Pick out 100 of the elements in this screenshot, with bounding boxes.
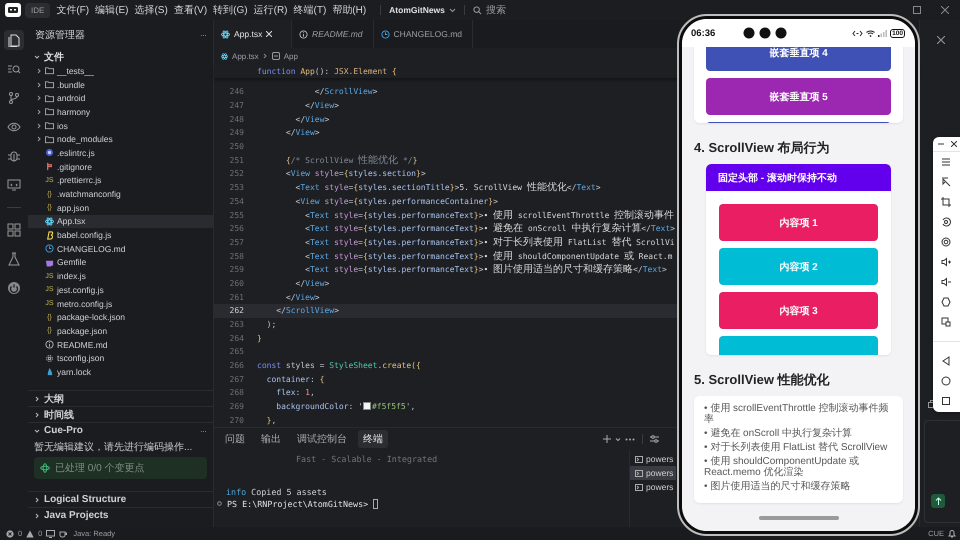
- log-level: info: [226, 487, 246, 498]
- editor-tab[interactable]: CHANGELOG.md: [374, 20, 474, 48]
- breadcrumb-item[interactable]: App: [284, 52, 298, 60]
- more-button[interactable]: ···: [200, 30, 206, 40]
- file-item[interactable]: android: [28, 91, 213, 106]
- menu-item[interactable]: 编辑(E): [95, 3, 128, 17]
- file-name: App.tsx: [57, 216, 86, 226]
- editor-tab[interactable]: README.md: [292, 20, 374, 48]
- status-time: 06:36: [691, 28, 716, 38]
- ide-badge[interactable]: IDE: [25, 2, 50, 18]
- file-item[interactable]: .eslintrc.js: [28, 146, 213, 160]
- line-number: 249: [228, 128, 244, 138]
- terminal-session[interactable]: powers: [630, 466, 676, 480]
- tip-text: • 避免在 onScroll 中执行复杂计算: [704, 428, 853, 439]
- code-line: container: {: [266, 374, 324, 386]
- code-line: </View>: [294, 114, 330, 126]
- line-number: 255: [228, 210, 244, 220]
- file-name: jest.config.js: [57, 284, 104, 295]
- menu-item[interactable]: 帮助(H): [332, 3, 366, 17]
- file-name: harmony: [57, 106, 90, 117]
- line-number: 246: [228, 87, 244, 96]
- tab-label: CHANGELOG.md: [394, 29, 462, 39]
- terminal-line: PS E:\RNProject\AtomGitNews>: [227, 498, 368, 509]
- panel-title: Logical Structure: [44, 494, 128, 505]
- section-header[interactable]: 文件: [28, 50, 213, 64]
- code-line: <Text style={styles.performanceText}>• 对于长列表使用 FlatList 替代 ScrollVi: [304, 236, 675, 249]
- panel-title: Java Projects: [44, 510, 110, 521]
- code-line: <View style={styles.section}>: [284, 168, 426, 180]
- code-line: }: [257, 332, 262, 345]
- file-name: metro.config.js: [57, 298, 112, 309]
- tip-text: • 使用 scrollEventThrottle 控制滚动事件频率: [704, 403, 890, 425]
- terminal-session[interactable]: powers: [630, 452, 676, 466]
- terminal-session[interactable]: powers: [630, 480, 676, 494]
- code-line: <Text style={styles.performanceText}>• 避免在 onScroll 中执行复杂计算</Text>: [304, 222, 675, 236]
- file-item[interactable]: .gitignore: [28, 160, 213, 174]
- file-name: .eslintrc.js: [57, 148, 95, 158]
- code-line: </ScrollView>: [275, 305, 339, 318]
- file-item[interactable]: README.md: [28, 338, 213, 352]
- panel-header[interactable]: Logical Structure: [28, 491, 213, 507]
- sidebar-title: 资源管理器: [35, 29, 85, 42]
- file-item[interactable]: babel.config.js: [28, 228, 213, 242]
- panel-tab[interactable]: 问题: [220, 430, 250, 448]
- list-item: 嵌套垂直项 4: [706, 47, 891, 71]
- code-line: <Text style={styles.performanceText}>• 图片使用适当的尺寸和缓存策略</Text>: [304, 263, 667, 276]
- editor-tab[interactable]: App.tsx: [214, 20, 292, 48]
- line-number: 259: [228, 265, 244, 274]
- file-item[interactable]: tsconfig.json: [28, 351, 213, 366]
- more-button[interactable]: ···: [200, 426, 206, 436]
- file-item[interactable]: Gemfile: [28, 256, 213, 270]
- file-item[interactable]: CHANGELOG.md: [28, 242, 213, 256]
- menu-item[interactable]: 选择(S): [134, 3, 168, 17]
- file-item[interactable]: yarn.lock: [28, 365, 213, 379]
- panel-header[interactable]: Cue-Pro ···: [28, 422, 213, 438]
- code-line: </View>: [294, 278, 330, 290]
- code-line: </View>: [304, 100, 339, 112]
- breadcrumb-item[interactable]: App.tsx: [232, 52, 259, 60]
- project-selector[interactable]: AtomGitNews: [389, 5, 456, 15]
- menu-item[interactable]: 文件(F): [56, 3, 90, 17]
- panel-tab[interactable]: 调试控制台: [292, 430, 352, 448]
- file-item[interactable]: .bundle: [28, 78, 213, 92]
- search-field[interactable]: 搜索: [472, 4, 526, 16]
- code-line: {/* ScrollView 性能优化 */}: [284, 154, 418, 167]
- code-line: flex: 1,: [275, 387, 315, 400]
- code-line: <Text style={styles.performanceText}>• 使用 scrollEventThrottle 控制滚动事件: [304, 208, 674, 222]
- file-item[interactable]: node_modules: [28, 132, 213, 146]
- line-number: 253: [228, 183, 244, 192]
- file-name: babel.config.js: [57, 230, 112, 240]
- file-item[interactable]: App.tsx: [28, 214, 213, 228]
- line-number: 257: [228, 238, 244, 247]
- file-item[interactable]: __tests__: [28, 64, 213, 78]
- panel-tab[interactable]: 终端: [358, 430, 388, 448]
- line-number: 267: [228, 374, 244, 384]
- file-name: package.json: [57, 326, 108, 336]
- tab-label: README.md: [312, 29, 363, 39]
- panel-header[interactable]: 时间线: [28, 406, 213, 422]
- code-line: },: [266, 414, 276, 427]
- line-number: 266: [228, 361, 244, 370]
- menu-item[interactable]: 运行(R): [254, 3, 288, 17]
- panel-header[interactable]: Java Projects: [28, 507, 213, 523]
- line-number: 261: [228, 292, 244, 302]
- panel-tab[interactable]: 输出: [256, 430, 286, 448]
- menu-item[interactable]: 查看(V): [174, 3, 208, 17]
- file-item[interactable]: harmony: [28, 105, 213, 119]
- menu-item[interactable]: 终端(T): [294, 3, 326, 17]
- suggestion-message: 暂无编辑建议，请先进行编码操作...: [34, 440, 194, 455]
- file-name: CHANGELOG.md: [57, 244, 126, 254]
- file-item[interactable]: ios: [28, 118, 213, 132]
- line-number: 262: [228, 306, 244, 316]
- line-number: 265: [228, 347, 244, 356]
- file-name: .watchmanconfig: [57, 189, 121, 200]
- panel-header[interactable]: 大纲: [28, 390, 213, 406]
- line-number: 256: [228, 224, 244, 234]
- tip-text: • 对于长列表使用 FlatList 替代 ScrollView: [704, 442, 888, 453]
- menu-item[interactable]: 转到(G): [213, 3, 248, 17]
- file-name: Gemfile: [57, 257, 86, 268]
- line-number: 251: [228, 156, 244, 165]
- content-item: 内容项 2: [719, 248, 878, 285]
- code-line: </View>: [284, 292, 320, 304]
- line-number: 258: [228, 252, 244, 261]
- code-line: <Text style={styles.performanceText}>• 使用 shouldComponentUpdate 或 React.m: [304, 250, 672, 263]
